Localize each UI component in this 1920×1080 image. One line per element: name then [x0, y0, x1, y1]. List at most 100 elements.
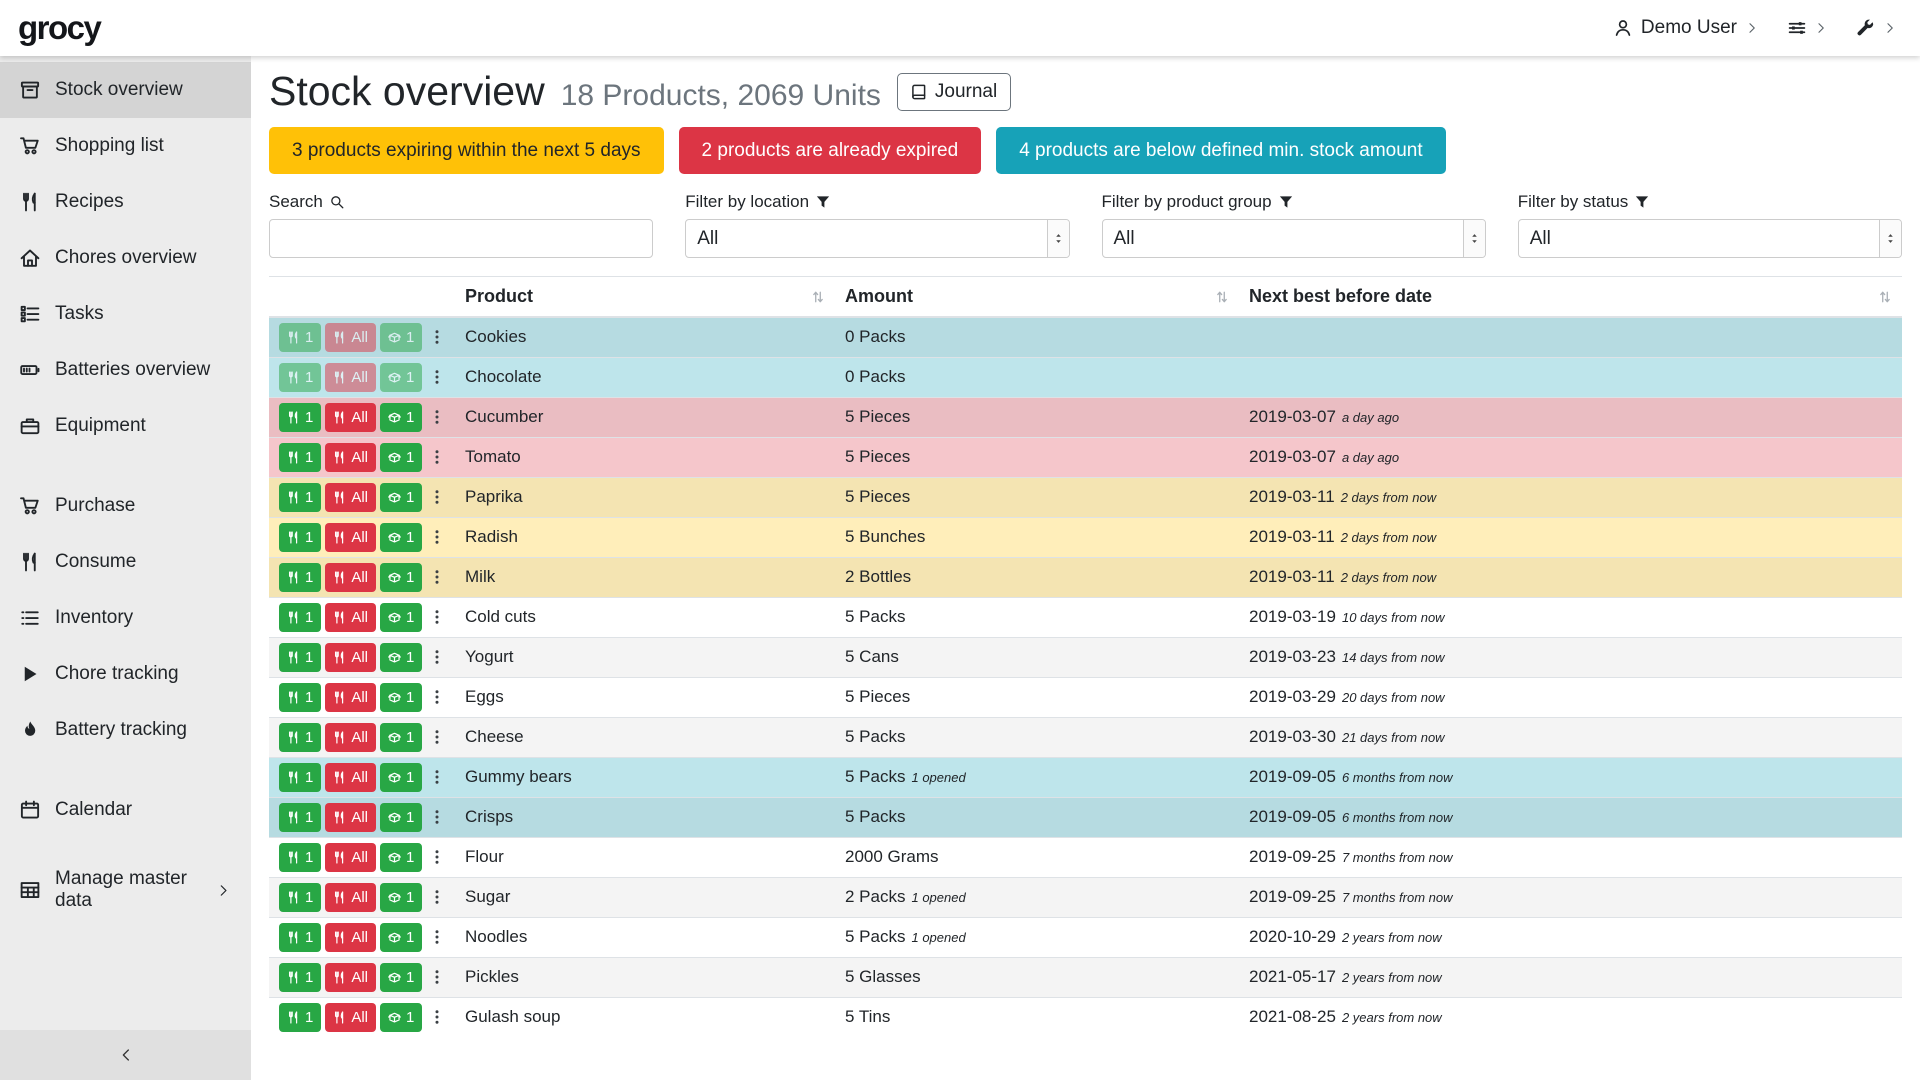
consume-one-button[interactable]: 1 [279, 843, 321, 872]
open-one-button[interactable]: 1 [380, 443, 422, 472]
open-one-button[interactable]: 1 [380, 403, 422, 432]
open-one-button[interactable]: 1 [380, 843, 422, 872]
consume-all-button[interactable]: All [325, 563, 376, 592]
column-header-amount[interactable]: Amount [835, 277, 1239, 318]
search-input[interactable] [269, 219, 653, 258]
open-one-button[interactable]: 1 [380, 763, 422, 792]
column-header-product[interactable]: Product [455, 277, 835, 318]
consume-all-button[interactable]: All [325, 803, 376, 832]
row-menu-button[interactable] [429, 729, 445, 745]
consume-one-button[interactable]: 1 [279, 603, 321, 632]
row-menu-button[interactable] [429, 409, 445, 425]
journal-button[interactable]: Journal [897, 73, 1011, 111]
consume-one-button[interactable]: 1 [279, 363, 321, 392]
open-one-button[interactable]: 1 [380, 963, 422, 992]
consume-one-button[interactable]: 1 [279, 723, 321, 752]
row-menu-button[interactable] [429, 609, 445, 625]
row-menu-button[interactable] [429, 369, 445, 385]
expired-alert-button[interactable]: 2 products are already expired [679, 127, 982, 174]
consume-all-button[interactable]: All [325, 643, 376, 672]
consume-all-button[interactable]: All [325, 443, 376, 472]
open-one-button[interactable]: 1 [380, 803, 422, 832]
row-menu-button[interactable] [429, 769, 445, 785]
consume-all-button[interactable]: All [325, 763, 376, 792]
row-menu-button[interactable] [429, 689, 445, 705]
consume-one-button[interactable]: 1 [279, 403, 321, 432]
open-one-button[interactable]: 1 [380, 603, 422, 632]
consume-all-button[interactable]: All [325, 723, 376, 752]
sidebar-item-tasks[interactable]: Tasks [0, 286, 251, 342]
open-one-button[interactable]: 1 [380, 523, 422, 552]
sidebar-collapse-button[interactable] [0, 1030, 251, 1080]
row-menu-button[interactable] [429, 1009, 445, 1025]
user-menu[interactable]: Demo User [1614, 17, 1758, 39]
row-menu-button[interactable] [429, 969, 445, 985]
consume-all-button[interactable]: All [325, 403, 376, 432]
open-one-button[interactable]: 1 [380, 483, 422, 512]
open-one-button[interactable]: 1 [380, 683, 422, 712]
sidebar-item-consume[interactable]: Consume [0, 534, 251, 590]
consume-all-button[interactable]: All [325, 483, 376, 512]
consume-one-button[interactable]: 1 [279, 763, 321, 792]
consume-all-button[interactable]: All [325, 523, 376, 552]
sort-icon[interactable] [1215, 290, 1229, 304]
sidebar-item-chores-overview[interactable]: Chores overview [0, 230, 251, 286]
sidebar-item-stock-overview[interactable]: Stock overview [0, 62, 251, 118]
app-logo[interactable]: grocy [18, 9, 100, 47]
sidebar-item-inventory[interactable]: Inventory [0, 590, 251, 646]
sidebar-item-manage-master-data[interactable]: Manage master data [0, 862, 251, 918]
consume-one-button[interactable]: 1 [279, 643, 321, 672]
row-menu-button[interactable] [429, 489, 445, 505]
consume-all-button[interactable]: All [325, 843, 376, 872]
open-one-button[interactable]: 1 [380, 923, 422, 952]
sort-icon[interactable] [1878, 290, 1892, 304]
consume-all-button[interactable]: All [325, 1003, 376, 1032]
consume-one-button[interactable]: 1 [279, 963, 321, 992]
sidebar-item-chore-tracking[interactable]: Chore tracking [0, 646, 251, 702]
row-menu-button[interactable] [429, 889, 445, 905]
sidebar-item-purchase[interactable]: Purchase [0, 478, 251, 534]
consume-all-button[interactable]: All [325, 923, 376, 952]
row-menu-button[interactable] [429, 649, 445, 665]
sidebar-item-batteries-overview[interactable]: Batteries overview [0, 342, 251, 398]
consume-all-button[interactable]: All [325, 683, 376, 712]
consume-one-button[interactable]: 1 [279, 483, 321, 512]
consume-one-button[interactable]: 1 [279, 443, 321, 472]
row-menu-button[interactable] [429, 449, 445, 465]
sidebar-item-equipment[interactable]: Equipment [0, 398, 251, 454]
consume-one-button[interactable]: 1 [279, 683, 321, 712]
consume-all-button[interactable]: All [325, 363, 376, 392]
open-one-button[interactable]: 1 [380, 883, 422, 912]
consume-one-button[interactable]: 1 [279, 803, 321, 832]
admin-menu[interactable] [1857, 19, 1896, 37]
row-menu-button[interactable] [429, 529, 445, 545]
open-one-button[interactable]: 1 [380, 363, 422, 392]
open-one-button[interactable]: 1 [380, 723, 422, 752]
consume-all-button[interactable]: All [325, 963, 376, 992]
open-one-button[interactable]: 1 [380, 563, 422, 592]
sidebar-item-battery-tracking[interactable]: Battery tracking [0, 702, 251, 758]
row-menu-button[interactable] [429, 329, 445, 345]
consume-all-button[interactable]: All [325, 323, 376, 352]
consume-all-button[interactable]: All [325, 883, 376, 912]
sort-icon[interactable] [811, 290, 825, 304]
row-menu-button[interactable] [429, 569, 445, 585]
consume-one-button[interactable]: 1 [279, 883, 321, 912]
open-one-button[interactable]: 1 [380, 1003, 422, 1032]
consume-all-button[interactable]: All [325, 603, 376, 632]
row-menu-button[interactable] [429, 809, 445, 825]
column-header-best-before-date[interactable]: Next best before date [1239, 277, 1902, 318]
row-menu-button[interactable] [429, 849, 445, 865]
filter-location-select[interactable]: All [685, 219, 1069, 258]
consume-one-button[interactable]: 1 [279, 323, 321, 352]
open-one-button[interactable]: 1 [380, 643, 422, 672]
consume-one-button[interactable]: 1 [279, 523, 321, 552]
filter-status-select[interactable]: All [1518, 219, 1902, 258]
sidebar-item-recipes[interactable]: Recipes [0, 174, 251, 230]
expiring-alert-button[interactable]: 3 products expiring within the next 5 da… [269, 127, 664, 174]
filter-product-group-select[interactable]: All [1102, 219, 1486, 258]
row-menu-button[interactable] [429, 929, 445, 945]
consume-one-button[interactable]: 1 [279, 923, 321, 952]
consume-one-button[interactable]: 1 [279, 1003, 321, 1032]
settings-menu[interactable] [1788, 19, 1827, 37]
